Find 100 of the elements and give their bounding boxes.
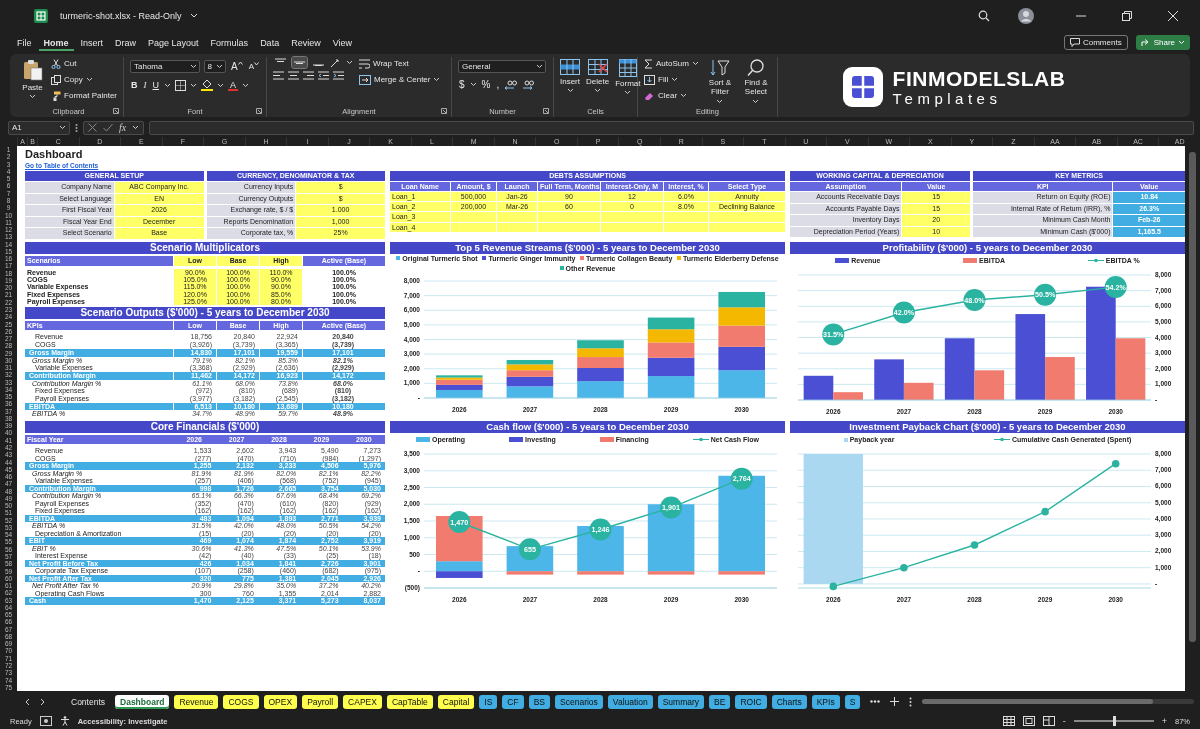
- close-icon[interactable]: [1168, 11, 1178, 21]
- menu-tab[interactable]: Page Layout: [143, 34, 204, 51]
- insert-cells-button[interactable]: Insert: [560, 57, 580, 105]
- increase-decimal-icon[interactable]: [504, 79, 518, 90]
- format-painter-button[interactable]: Format Painter: [51, 89, 117, 102]
- caret-icon[interactable]: [132, 125, 140, 130]
- font-name-field[interactable]: Tahoma: [130, 60, 200, 73]
- input-cell[interactable]: [451, 212, 496, 222]
- dialog-launcher-icon[interactable]: [113, 108, 119, 114]
- restore-icon[interactable]: [1122, 11, 1132, 21]
- horizontal-scrollbar[interactable]: [922, 699, 1194, 704]
- autosum-button[interactable]: AutoSum: [644, 57, 699, 70]
- caret-icon[interactable]: [217, 82, 224, 88]
- add-sheet-icon[interactable]: [890, 697, 900, 706]
- cut-button[interactable]: Cut: [51, 57, 117, 70]
- sheet-tab[interactable]: Summary: [657, 694, 705, 709]
- vertical-align-button[interactable]: [292, 57, 307, 68]
- input-cell[interactable]: [601, 222, 663, 232]
- align-left-icon[interactable]: [273, 71, 284, 80]
- menu-tab[interactable]: Formulas: [205, 34, 254, 51]
- sheet-tab[interactable]: ROIC: [735, 694, 767, 709]
- clear-button[interactable]: Clear: [644, 89, 699, 102]
- caret-icon[interactable]: [346, 60, 353, 65]
- sheet-tab[interactable]: COGS: [223, 694, 259, 709]
- insert-function-label[interactable]: fx: [119, 122, 127, 133]
- sort-filter-button[interactable]: Sort & Filter: [704, 57, 735, 105]
- sheet-tab[interactable]: S: [844, 694, 861, 709]
- number-format-field[interactable]: General: [458, 60, 546, 73]
- page-break-icon[interactable]: [1042, 716, 1055, 726]
- wrap-text-button[interactable]: Wrap Text: [359, 57, 441, 70]
- search-icon[interactable]: [978, 10, 990, 22]
- menu-tab[interactable]: Data: [255, 34, 285, 51]
- underline-button[interactable]: U: [151, 80, 160, 90]
- menu-tab[interactable]: File: [12, 34, 37, 51]
- sheet-tab[interactable]: Valuation: [607, 694, 653, 709]
- cancel-icon[interactable]: [88, 123, 97, 132]
- shrink-font-button[interactable]: A: [247, 62, 260, 71]
- zoom-in-button[interactable]: +: [1161, 716, 1167, 726]
- share-button[interactable]: Share: [1135, 35, 1190, 50]
- caret-icon[interactable]: [164, 82, 171, 88]
- italic-button[interactable]: I: [142, 80, 148, 90]
- zoom-out-button[interactable]: -: [1062, 716, 1066, 726]
- sheet-tab[interactable]: BS: [528, 694, 551, 709]
- merge-center-button[interactable]: Merge & Center: [359, 73, 441, 86]
- scroll-right-icon[interactable]: [40, 697, 46, 706]
- sheet-tab[interactable]: OPEX: [263, 694, 298, 709]
- caret-icon[interactable]: [242, 82, 249, 88]
- caret-icon[interactable]: [469, 82, 477, 87]
- input-cell[interactable]: [601, 212, 663, 222]
- bold-button[interactable]: B: [130, 80, 139, 90]
- menu-tab[interactable]: Draw: [110, 34, 142, 51]
- delete-cells-button[interactable]: Delete: [586, 57, 610, 105]
- sheet-tab[interactable]: IS: [479, 694, 498, 709]
- scroll-left-icon[interactable]: [24, 697, 30, 706]
- checkmark-icon[interactable]: [103, 123, 113, 132]
- format-cells-button[interactable]: Format: [615, 57, 641, 105]
- sheet-tab[interactable]: Charts: [771, 694, 807, 709]
- caret-icon[interactable]: [190, 82, 197, 88]
- accessibility-icon[interactable]: [59, 716, 70, 726]
- input-cell[interactable]: [497, 212, 537, 222]
- input-cell[interactable]: [451, 222, 496, 232]
- formula-input-field[interactable]: [149, 120, 1194, 135]
- copy-button[interactable]: Copy: [51, 73, 117, 86]
- sheet-tab[interactable]: CF: [502, 694, 524, 709]
- menu-tab[interactable]: Insert: [75, 34, 109, 51]
- fill-button[interactable]: Fill: [644, 73, 699, 86]
- input-cell[interactable]: [664, 212, 708, 222]
- sheet-tab[interactable]: CapTable: [386, 694, 433, 709]
- input-cell[interactable]: [709, 212, 785, 222]
- currency-format-button[interactable]: $: [458, 79, 466, 90]
- sheet-tab[interactable]: Revenue: [174, 694, 219, 709]
- menu-tab[interactable]: Review: [286, 34, 326, 51]
- font-size-field[interactable]: 8: [203, 60, 226, 73]
- text-orientation-icon[interactable]: [330, 57, 342, 68]
- page-layout-icon[interactable]: [1022, 716, 1035, 726]
- dialog-launcher-icon[interactable]: [256, 108, 262, 114]
- name-box[interactable]: A1: [8, 120, 70, 135]
- dialog-launcher-icon[interactable]: [543, 108, 549, 114]
- borders-icon[interactable]: [175, 79, 186, 91]
- sheet-tab[interactable]: Contents: [66, 694, 111, 709]
- decrease-decimal-icon[interactable]: [521, 79, 535, 90]
- avatar-icon[interactable]: [1018, 8, 1034, 24]
- normal-view-icon[interactable]: [1002, 716, 1015, 726]
- vertical-ellipsis-icon[interactable]: [909, 696, 913, 707]
- font-color-button[interactable]: A: [228, 79, 238, 91]
- input-cell[interactable]: [497, 222, 537, 232]
- caret-icon[interactable]: [189, 13, 198, 19]
- percent-format-button[interactable]: %: [480, 79, 492, 90]
- sheet-tab[interactable]: Payroll: [302, 694, 339, 709]
- fill-bucket-icon[interactable]: [201, 79, 213, 91]
- dialog-launcher-icon[interactable]: [441, 108, 447, 114]
- zoom-slider-thumb[interactable]: [1112, 716, 1116, 726]
- sheet-tab[interactable]: CAPEX: [343, 694, 382, 709]
- grow-font-button[interactable]: A: [230, 61, 244, 72]
- input-cell[interactable]: [538, 222, 600, 232]
- align-right-icon[interactable]: [303, 71, 314, 80]
- paste-button[interactable]: Paste: [20, 57, 46, 105]
- sheet-tab[interactable]: Scenarios: [555, 694, 603, 709]
- menu-tab[interactable]: View: [327, 34, 357, 51]
- sheet-tab[interactable]: Capital: [437, 694, 475, 709]
